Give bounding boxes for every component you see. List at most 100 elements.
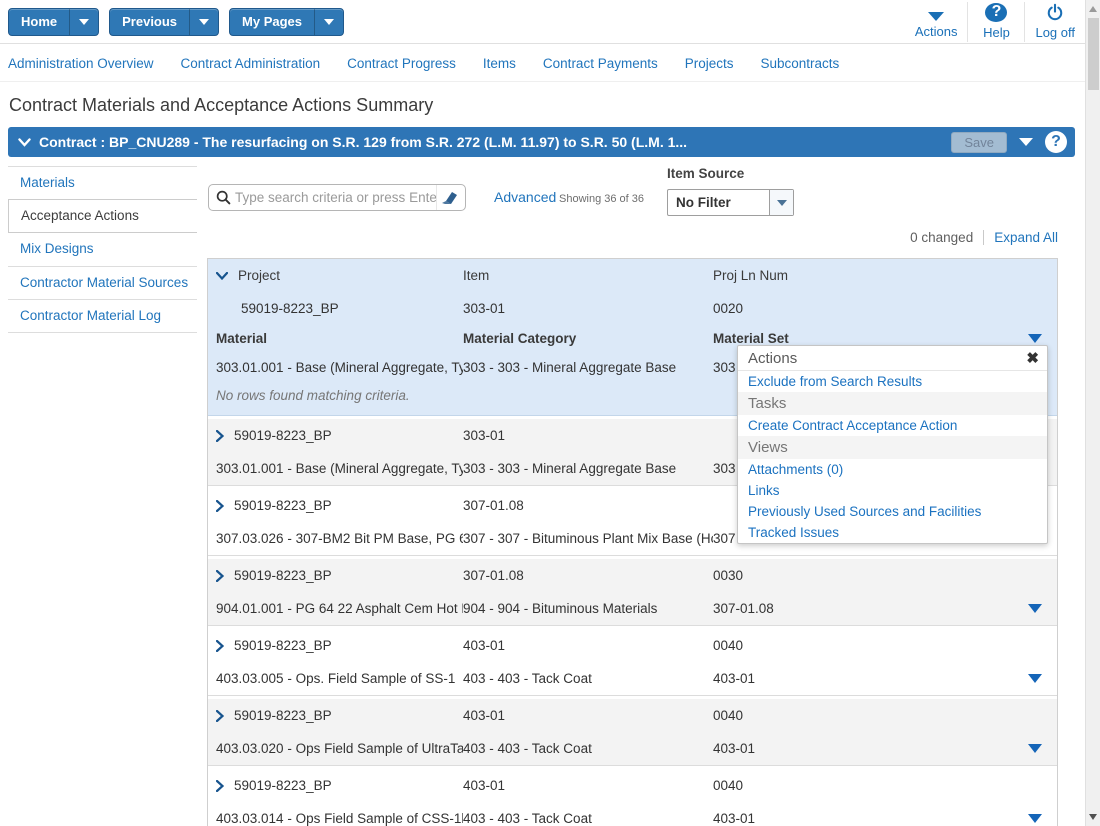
item-value: 403-01 [463, 638, 713, 653]
logoff-button[interactable]: Log off [1025, 0, 1085, 44]
row-actions-menu-button[interactable] [1028, 604, 1042, 613]
item-value: 403-01 [463, 708, 713, 723]
project-row[interactable]: 59019-8223_BP 403-01 0040 [208, 769, 1057, 802]
item-value: 303-01 [463, 301, 713, 316]
chevron-down-icon [199, 19, 209, 25]
contract-menu-caret-icon[interactable] [1019, 138, 1033, 146]
material-row[interactable]: 403.03.005 - Ops. Field Sample of SS-1 4… [208, 662, 1057, 695]
project-value: 59019-8223_BP [216, 301, 339, 316]
expand-row-chevron-icon[interactable] [216, 500, 224, 512]
my-pages-dropdown-button[interactable] [314, 9, 343, 35]
popup-link-exclude[interactable]: Exclude from Search Results [738, 371, 1047, 392]
project-value: 59019-8223_BP [234, 778, 332, 793]
power-icon [1044, 3, 1066, 22]
proj-ln-num-value: 0040 [713, 778, 1057, 793]
popup-link-attachments[interactable]: Attachments (0) [738, 459, 1047, 480]
popup-link-create-acceptance-action[interactable]: Create Contract Acceptance Action [738, 415, 1047, 436]
item-source-select[interactable]: No Filter [667, 189, 794, 216]
column-header-proj-ln-num: Proj Ln Num [713, 268, 1057, 283]
project-row[interactable]: 59019-8223_BP 403-01 0040 [208, 629, 1057, 662]
project-row[interactable]: 59019-8223_BP 403-01 0040 [208, 699, 1057, 732]
row-actions-menu-button[interactable] [1028, 334, 1042, 343]
material-set-value: 403-01 [713, 671, 1028, 686]
contract-help-icon[interactable]: ? [1045, 131, 1067, 153]
material-row[interactable]: 403.03.020 - Ops Field Sample of UltraTa… [208, 732, 1057, 765]
popup-title: Actions [748, 350, 797, 367]
home-dropdown-button[interactable] [69, 9, 98, 35]
nav-subcontracts[interactable]: Subcontracts [761, 56, 840, 71]
popup-link-tracked-issues[interactable]: Tracked Issues [738, 522, 1047, 543]
previous-button[interactable]: Previous [109, 8, 219, 36]
popup-section-tasks: Tasks [738, 392, 1047, 415]
sidebar-item-contractor-material-log[interactable]: Contractor Material Log [8, 300, 197, 333]
help-label: Help [983, 25, 1010, 40]
nav-contract-administration[interactable]: Contract Administration [181, 56, 321, 71]
contract-header-bar: Contract : BP_CNU289 - The resurfacing o… [8, 127, 1075, 157]
scrollbar-thumb[interactable] [1088, 18, 1099, 90]
row-actions-popup: Actions ✖ Exclude from Search Results Ta… [737, 345, 1048, 544]
material-category-value: 904 - 904 - Bituminous Materials [463, 601, 713, 616]
scroll-down-arrow-icon[interactable] [1089, 814, 1097, 820]
nav-projects[interactable]: Projects [685, 56, 734, 71]
collapse-row-chevron-icon[interactable] [216, 272, 228, 280]
material-category-value: 303 - 303 - Mineral Aggregate Base [463, 360, 713, 375]
table-row-group[interactable]: 59019-8223_BP 307-01.08 0030 904.01.001 … [208, 559, 1057, 626]
top-toolbar: Home Previous My Pages Actions ? Help [0, 0, 1085, 44]
expand-row-chevron-icon[interactable] [216, 710, 224, 722]
sidebar-item-materials[interactable]: Materials [8, 167, 197, 200]
actions-menu-button[interactable]: Actions [905, 0, 968, 44]
material-row[interactable]: 403.03.014 - Ops Field Sample of CSS-1h … [208, 802, 1057, 826]
search-input[interactable] [235, 185, 436, 210]
project-value: 59019-8223_BP [234, 708, 332, 723]
expand-row-chevron-icon[interactable] [216, 640, 224, 652]
material-category-value: 307 - 307 - Bituminous Plant Mix Base (H… [463, 531, 713, 546]
home-button[interactable]: Home [8, 8, 99, 36]
project-value-row[interactable]: 59019-8223_BP 303-01 0020 [208, 292, 1057, 325]
material-set-value: 307-01.08 [713, 601, 1028, 616]
breadcrumb-nav: Administration Overview Contract Adminis… [0, 45, 1085, 82]
proj-ln-num-value: 0040 [713, 708, 1057, 723]
save-button[interactable]: Save [951, 132, 1007, 153]
nav-contract-payments[interactable]: Contract Payments [543, 56, 658, 71]
material-row[interactable]: 904.01.001 - PG 64 22 Asphalt Cem Hot M … [208, 592, 1057, 625]
proj-ln-num-value: 0030 [713, 568, 1057, 583]
scroll-up-arrow-icon[interactable] [1089, 6, 1097, 12]
column-header-material: Material [208, 331, 463, 346]
sidebar-item-contractor-material-sources[interactable]: Contractor Material Sources [8, 267, 197, 300]
collapse-chevron-icon[interactable] [18, 138, 31, 147]
row-actions-menu-button[interactable] [1028, 674, 1042, 683]
nav-administration-overview[interactable]: Administration Overview [8, 56, 154, 71]
chevron-down-icon [324, 19, 334, 25]
sidebar-item-acceptance-actions[interactable]: Acceptance Actions [8, 199, 197, 233]
nav-contract-progress[interactable]: Contract Progress [347, 56, 456, 71]
popup-link-previously-used-sources[interactable]: Previously Used Sources and Facilities [738, 501, 1047, 522]
table-row-group[interactable]: 59019-8223_BP 403-01 0040 403.03.005 - O… [208, 629, 1057, 696]
close-icon[interactable]: ✖ [1026, 349, 1039, 367]
expand-row-chevron-icon[interactable] [216, 780, 224, 792]
expand-row-chevron-icon[interactable] [216, 430, 224, 442]
item-source-dropdown-button[interactable] [769, 190, 793, 215]
material-set-value: 403-01 [713, 741, 1028, 756]
material-value: 904.01.001 - PG 64 22 Asphalt Cem Hot M [208, 601, 463, 616]
expand-row-chevron-icon[interactable] [216, 570, 224, 582]
project-row[interactable]: 59019-8223_BP 307-01.08 0030 [208, 559, 1057, 592]
row-actions-menu-button[interactable] [1028, 814, 1042, 823]
actions-label: Actions [915, 24, 958, 39]
sidebar-item-mix-designs[interactable]: Mix Designs [8, 233, 197, 266]
item-value: 307-01.08 [463, 568, 713, 583]
table-row-group[interactable]: 59019-8223_BP 403-01 0040 403.03.020 - O… [208, 699, 1057, 766]
list-controls: 0 changed Expand All [910, 230, 1058, 245]
vertical-scrollbar[interactable] [1085, 0, 1100, 826]
advanced-search-link[interactable]: Advanced [494, 189, 556, 205]
my-pages-button[interactable]: My Pages [229, 8, 344, 36]
eraser-icon[interactable] [436, 185, 465, 210]
expand-all-link[interactable]: Expand All [984, 230, 1058, 245]
previous-dropdown-button[interactable] [189, 9, 218, 35]
chevron-down-icon [777, 200, 787, 206]
search-icon[interactable] [209, 190, 235, 205]
help-button[interactable]: ? Help [968, 0, 1024, 44]
row-actions-menu-button[interactable] [1028, 744, 1042, 753]
table-row-group[interactable]: 59019-8223_BP 403-01 0040 403.03.014 - O… [208, 769, 1057, 826]
popup-link-links[interactable]: Links [738, 480, 1047, 501]
nav-items[interactable]: Items [483, 56, 516, 71]
